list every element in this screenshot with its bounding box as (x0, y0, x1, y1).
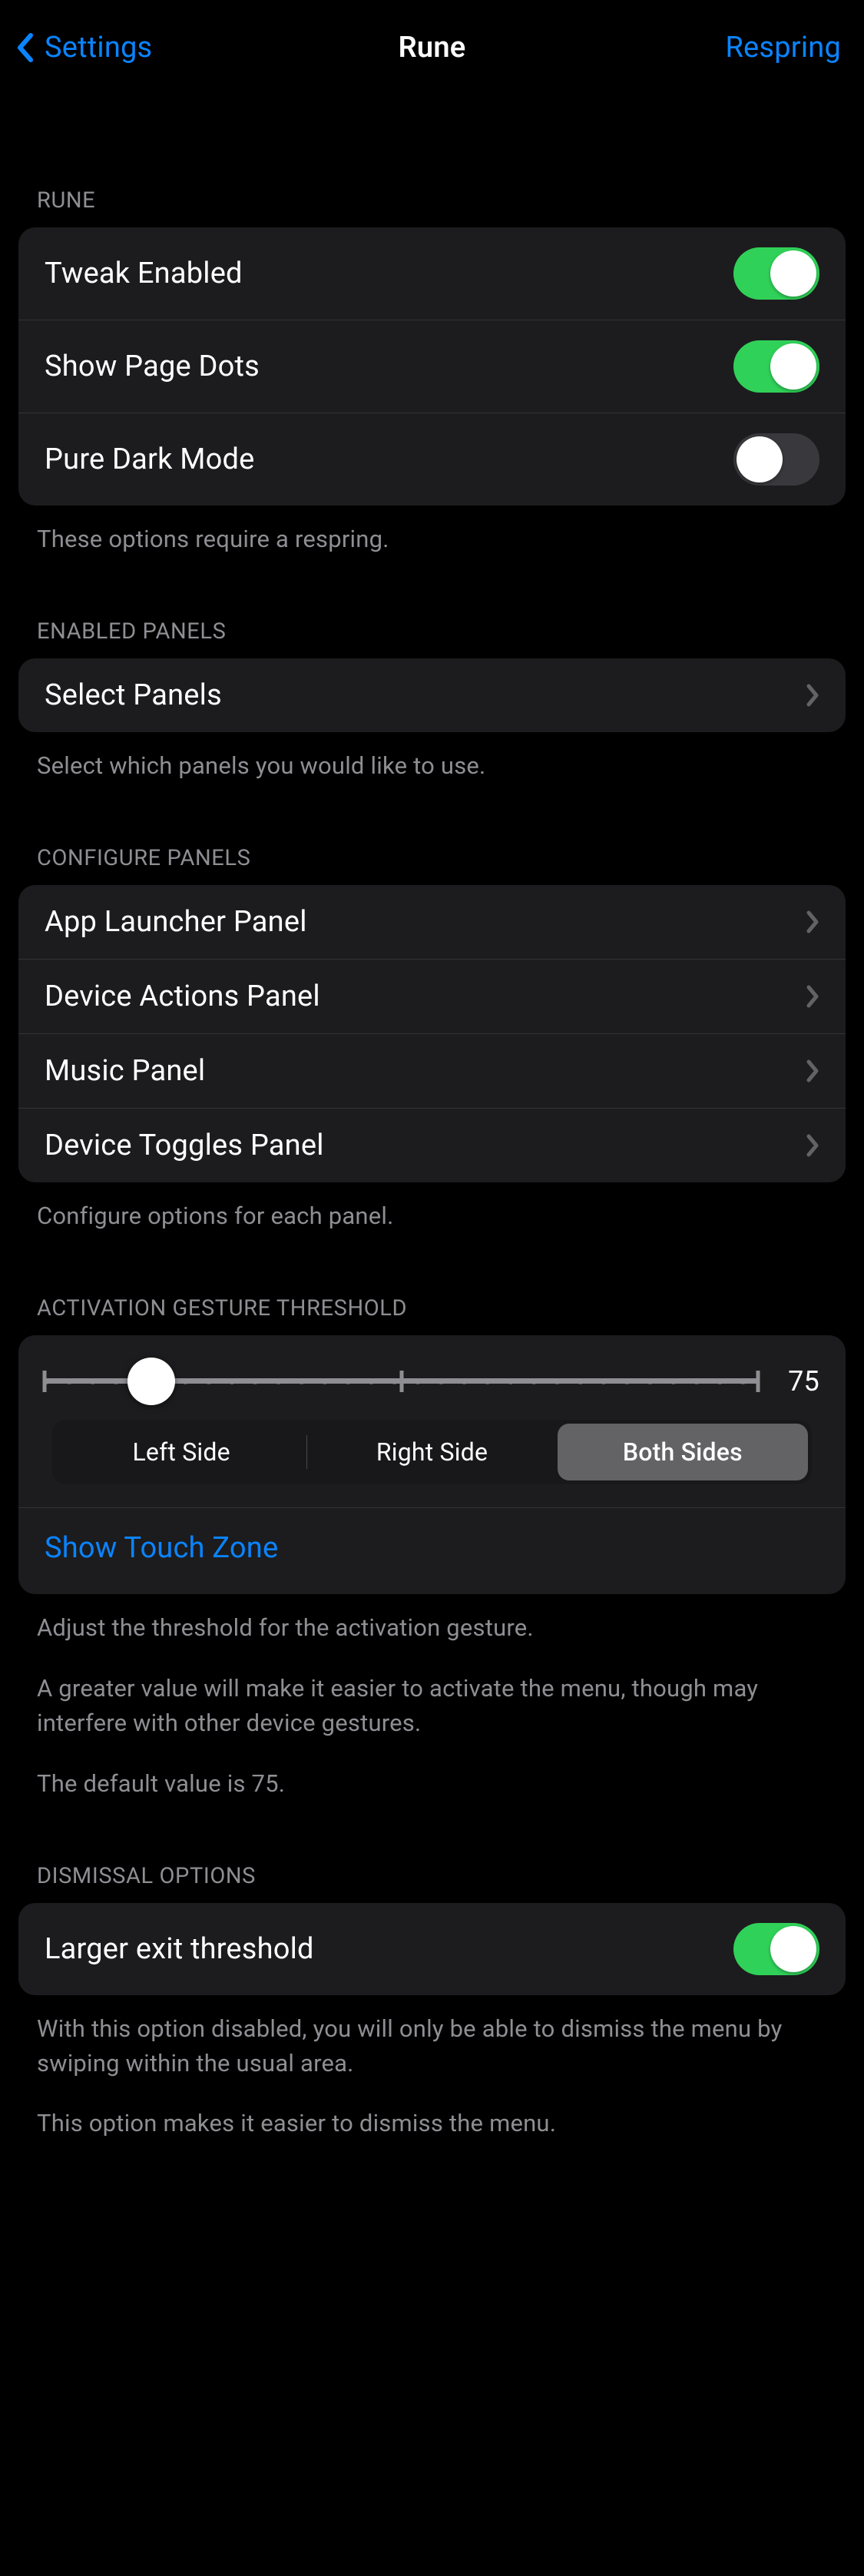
switch-show-page-dots[interactable] (733, 340, 819, 393)
row-music-panel[interactable]: Music Panel (18, 1033, 846, 1108)
row-label: Music Panel (45, 1054, 205, 1088)
section-header-enabled-panels: ENABLED PANELS (0, 557, 864, 658)
group-rune: Tweak Enabled Show Page Dots Pure Dark M… (18, 227, 846, 506)
row-app-launcher-panel[interactable]: App Launcher Panel (18, 885, 846, 959)
chevron-right-icon (806, 684, 819, 707)
group-configure-panels: App Launcher Panel Device Actions Panel … (18, 885, 846, 1182)
slider-cell: 75 Left Side Right Side Both Sides (18, 1335, 846, 1507)
section-footer-enabled-panels: Select which panels you would like to us… (0, 732, 864, 784)
slider-thumb[interactable] (127, 1358, 175, 1405)
switch-pure-dark-mode[interactable] (733, 433, 819, 486)
section-header-dismissal: DISMISSAL OPTIONS (0, 1802, 864, 1903)
chevron-right-icon (806, 985, 819, 1008)
row-label: Show Page Dots (45, 350, 260, 383)
row-tweak-enabled: Tweak Enabled (18, 227, 846, 320)
row-label: Tweak Enabled (45, 257, 243, 290)
section-footer-dismissal: With this option disabled, you will only… (0, 1995, 864, 2173)
switch-knob (737, 436, 783, 482)
section-footer-configure-panels: Configure options for each panel. (0, 1182, 864, 1234)
section-header-rune: RUNE (0, 95, 864, 227)
section-footer-rune: These options require a respring. (0, 506, 864, 557)
chevron-right-icon (806, 1059, 819, 1082)
chevron-right-icon (806, 1134, 819, 1157)
switch-knob (770, 250, 816, 297)
row-select-panels[interactable]: Select Panels (18, 658, 846, 732)
row-show-touch-zone: Show Touch Zone (18, 1508, 846, 1594)
slider-row: 75 (45, 1358, 819, 1404)
row-label: Larger exit threshold (45, 1932, 314, 1966)
row-label: Device Toggles Panel (45, 1129, 324, 1162)
section-footer-activation-gesture: Adjust the threshold for the activation … (0, 1594, 864, 1802)
chevron-right-icon (806, 910, 819, 933)
switch-knob (770, 343, 816, 390)
nav-bar: Settings Rune Respring (0, 0, 864, 95)
section-header-activation-gesture: ACTIVATION GESTURE THRESHOLD (0, 1234, 864, 1335)
segment-right-side[interactable]: Right Side (306, 1424, 557, 1480)
threshold-slider[interactable] (45, 1358, 758, 1404)
row-label: Device Actions Panel (45, 980, 320, 1013)
row-label: App Launcher Panel (45, 905, 307, 939)
switch-larger-exit-threshold[interactable] (733, 1923, 819, 1975)
segmented-side: Left Side Right Side Both Sides (52, 1420, 812, 1484)
segment-both-sides[interactable]: Both Sides (558, 1424, 808, 1480)
section-header-configure-panels: CONFIGURE PANELS (0, 784, 864, 885)
show-touch-zone-button[interactable]: Show Touch Zone (45, 1531, 278, 1565)
group-enabled-panels: Select Panels (18, 658, 846, 732)
row-device-actions-panel[interactable]: Device Actions Panel (18, 959, 846, 1033)
respring-button[interactable]: Respring (725, 31, 841, 65)
group-activation-gesture: 75 Left Side Right Side Both Sides Show … (18, 1335, 846, 1594)
group-dismissal: Larger exit threshold (18, 1903, 846, 1995)
row-larger-exit-threshold: Larger exit threshold (18, 1903, 846, 1995)
switch-knob (770, 1926, 816, 1972)
page-title: Rune (399, 31, 466, 65)
row-label: Select Panels (45, 678, 222, 712)
row-show-page-dots: Show Page Dots (18, 320, 846, 413)
row-device-toggles-panel[interactable]: Device Toggles Panel (18, 1108, 846, 1182)
switch-tweak-enabled[interactable] (733, 247, 819, 300)
back-label: Settings (45, 31, 152, 65)
back-button[interactable]: Settings (15, 31, 152, 65)
chevron-left-icon (15, 32, 35, 63)
segment-left-side[interactable]: Left Side (56, 1424, 306, 1480)
row-label: Pure Dark Mode (45, 443, 254, 476)
slider-value: 75 (781, 1365, 819, 1397)
row-pure-dark-mode: Pure Dark Mode (18, 413, 846, 506)
